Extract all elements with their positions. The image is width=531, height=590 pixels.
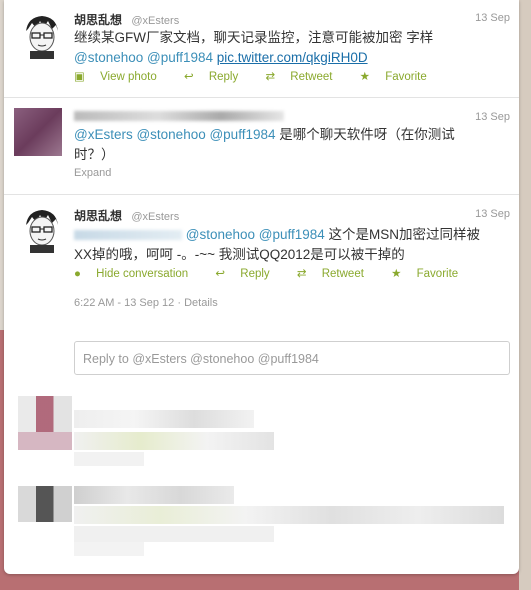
hide-conversation-button[interactable]: ● Hide conversation <box>74 268 200 280</box>
tweet-text-main: 是哪个聊天软件呀（在你测试 <box>279 127 455 142</box>
star-icon: ★ <box>391 268 402 280</box>
blurred-mention <box>74 230 182 241</box>
blurred-text <box>74 410 254 428</box>
tweet-actions: ● Hide conversation ↩ Reply ⇄ Retweet ★ … <box>74 266 482 280</box>
tweet-actions: ▣ View photo ↩ Reply ⇄ Retweet ★ Favorit… <box>74 69 451 83</box>
expand-link[interactable]: Expand <box>74 167 111 179</box>
handle[interactable]: @xEsters <box>131 15 179 27</box>
mentions[interactable]: @stonehoo @puff1984 <box>186 227 325 242</box>
reply-icon: ↩ <box>215 268 226 280</box>
retweet-icon: ⇄ <box>265 71 276 83</box>
blurred-text <box>74 506 504 524</box>
blurred-text <box>74 486 234 504</box>
details-link[interactable]: Details <box>184 297 218 309</box>
reply-icon: ↩ <box>183 71 194 83</box>
timestamp[interactable]: 13 Sep <box>475 12 510 24</box>
tweet-text-line: 继续某GFW厂家文档，聊天记录监控，注意可能被加密 字样 <box>74 30 434 45</box>
mentions[interactable]: @xEsters @stonehoo @puff1984 <box>74 127 275 142</box>
tweet-1[interactable]: 胡思乱想 @xEsters 13 Sep 继续某GFW厂家文档，聊天记录监控，注… <box>4 0 519 98</box>
reply-label: Reply <box>240 268 270 280</box>
tweet-panel: 胡思乱想 @xEsters 13 Sep 继续某GFW厂家文档，聊天记录监控，注… <box>4 0 519 574</box>
tweet-header: 胡思乱想 @xEsters <box>74 11 179 28</box>
favorite-button[interactable]: ★ Favorite <box>391 268 470 280</box>
tweet-text-line: @stonehoo @puff1984 这个是MSN加密过同样被 <box>74 225 480 245</box>
star-icon: ★ <box>359 71 370 83</box>
favorite-label: Favorite <box>385 71 427 83</box>
timestamp[interactable]: 13 Sep <box>475 208 510 220</box>
tweet-2[interactable]: 13 Sep @xEsters @stonehoo @puff1984 是哪个聊… <box>4 97 519 195</box>
blurred-name <box>74 111 284 121</box>
mentions[interactable]: @stonehoo @puff1984 <box>74 50 213 65</box>
scrollbar[interactable] <box>519 0 531 590</box>
tweet-text: 继续某GFW厂家文档，聊天记录监控，注意可能被加密 字样 @stonehoo @… <box>74 28 433 68</box>
display-name[interactable]: 胡思乱想 <box>74 209 122 223</box>
tweet-text-line: @stonehoo @puff1984 pic.twitter.com/qkgi… <box>74 48 433 68</box>
tweet-text-line: @xEsters @stonehoo @puff1984 是哪个聊天软件呀（在你… <box>74 125 455 145</box>
reply-button[interactable]: ↩ Reply <box>215 268 281 280</box>
blurred-text <box>74 526 274 542</box>
tweet-text: @xEsters @stonehoo @puff1984 是哪个聊天软件呀（在你… <box>74 125 455 165</box>
handle[interactable]: @xEsters <box>131 211 179 223</box>
speech-bubble-icon: ● <box>74 268 81 280</box>
blurred-text <box>74 542 144 556</box>
tweet-header: 胡思乱想 @xEsters <box>74 207 179 224</box>
reply-input[interactable]: Reply to @xEsters @stonehoo @puff1984 <box>74 341 510 375</box>
avatar-icon[interactable] <box>14 108 62 156</box>
photo-link[interactable]: pic.twitter.com/qkgiRH0D <box>217 50 368 65</box>
retweet-button[interactable]: ⇄ Retweet <box>297 268 376 280</box>
tweet-text-line: 时？） <box>74 147 115 162</box>
timestamp[interactable]: 13 Sep <box>475 111 510 123</box>
view-photo-button[interactable]: ▣ View photo <box>74 71 169 83</box>
blurred-avatar <box>18 486 72 522</box>
favorite-button[interactable]: ★ Favorite <box>360 71 439 83</box>
reply-label: Reply <box>208 71 239 83</box>
tweet-timestamp-full: 6:22 AM - 13 Sep 12 · Details <box>74 297 218 309</box>
display-name[interactable]: 胡思乱想 <box>74 13 122 27</box>
retweet-label: Retweet <box>290 71 333 83</box>
blurred-text <box>74 452 144 466</box>
full-timestamp[interactable]: 6:22 AM - 13 Sep 12 <box>74 297 174 309</box>
avatar-icon[interactable] <box>18 205 66 253</box>
tweet-text-line: XX掉的哦，呵呵 -。-~~ 我测试QQ2012是可以被干掉的 <box>74 247 405 262</box>
avatar-icon[interactable] <box>18 11 66 59</box>
favorite-label: Favorite <box>416 268 459 280</box>
view-photo-label: View photo <box>100 71 157 83</box>
retweet-label: Retweet <box>321 268 364 280</box>
blurred-text <box>74 432 274 450</box>
retweet-icon: ⇄ <box>296 268 307 280</box>
hide-conversation-label: Hide conversation <box>96 268 189 280</box>
retweet-button[interactable]: ⇄ Retweet <box>265 71 344 83</box>
tweet-text-main: 这个是MSN加密过同样被 <box>328 227 481 242</box>
tweet-text: @stonehoo @puff1984 这个是MSN加密过同样被 XX掉的哦，呵… <box>74 225 480 265</box>
reply-button[interactable]: ↩ Reply <box>184 71 250 83</box>
blurred-avatar-part <box>18 432 72 450</box>
photo-icon: ▣ <box>74 71 85 83</box>
